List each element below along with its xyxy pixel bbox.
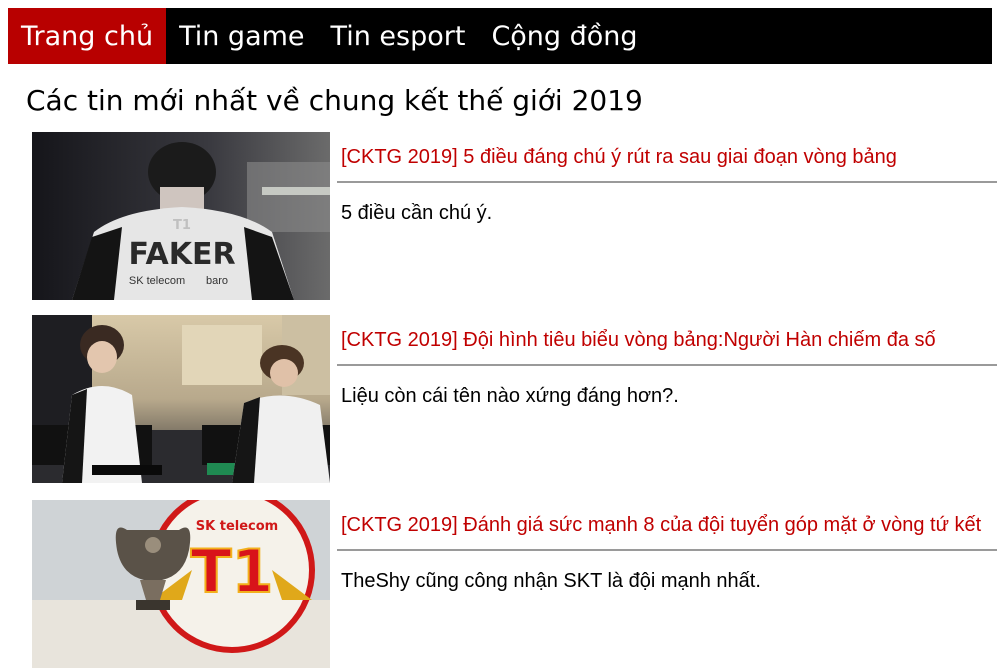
article-title-link[interactable]: [CKTG 2019] Đội hình tiêu biểu vòng bảng… (341, 329, 1000, 352)
faker-jersey-image: T1 FAKER SK telecom baro (32, 132, 330, 300)
article-summary: Liệu còn cái tên nào xứng đáng hơn?. (341, 385, 679, 407)
jersey-sponsor: SK telecom (129, 275, 185, 287)
players-on-stage-image (32, 315, 330, 483)
skt-t1-logo: T1 (191, 537, 274, 607)
article-item: SK telecom T1 [CKTG 2019] Đánh giá sức m… (32, 500, 1000, 668)
article-item: T1 FAKER SK telecom baro [CKTG 2019] 5 đ… (32, 132, 1000, 300)
article-title-link[interactable]: [CKTG 2019] Đánh giá sức mạnh 8 của đội … (341, 514, 1000, 537)
article-title-link[interactable]: [CKTG 2019] 5 điều đáng chú ý rút ra sau… (341, 146, 1000, 169)
article-summary: TheShy cũng công nhận SKT là đội mạnh nh… (341, 570, 761, 592)
divider (337, 181, 997, 183)
jersey-name: FAKER (128, 237, 235, 272)
nav-item-home[interactable]: Trang chủ (8, 8, 167, 64)
article-summary: 5 điều cần chú ý. (341, 202, 493, 224)
article-item: [CKTG 2019] Đội hình tiêu biểu vòng bảng… (32, 315, 1000, 483)
jersey-team-logo: T1 (173, 218, 191, 233)
article-thumbnail[interactable] (32, 315, 330, 483)
skt-trophy-image: SK telecom T1 (32, 500, 330, 668)
nav-item-esport-news[interactable]: Tin esport (318, 8, 479, 64)
divider (337, 549, 997, 551)
jersey-sponsor-2: baro (206, 275, 228, 287)
divider (337, 364, 997, 366)
page-title: Các tin mới nhất về chung kết thế giới 2… (26, 84, 643, 117)
nav-item-community[interactable]: Cộng đồng (478, 8, 650, 64)
main-nav: Trang chủ Tin game Tin esport Cộng đồng (8, 8, 992, 64)
article-thumbnail[interactable]: SK telecom T1 (32, 500, 330, 668)
article-thumbnail[interactable]: T1 FAKER SK telecom baro (32, 132, 330, 300)
nav-item-game-news[interactable]: Tin game (166, 8, 317, 64)
banner-text: SK telecom (196, 519, 278, 534)
